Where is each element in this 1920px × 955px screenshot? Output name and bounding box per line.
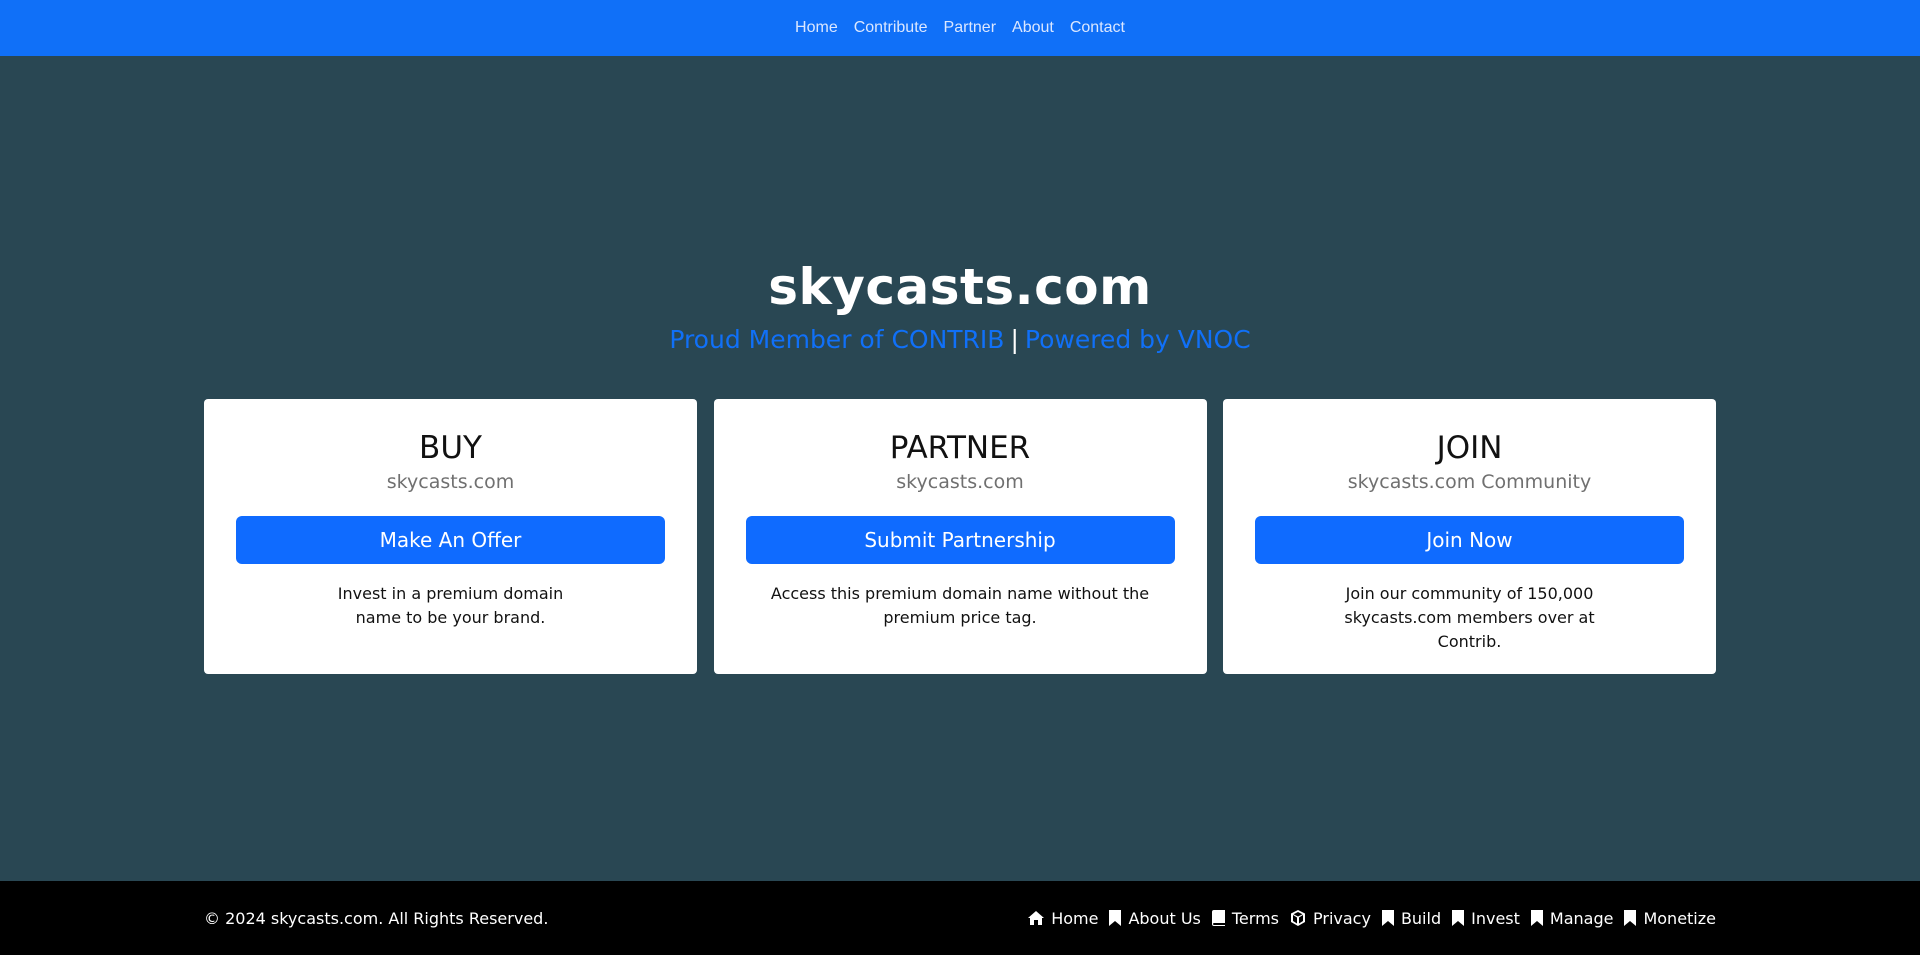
footer-link-home[interactable]: Home xyxy=(1028,909,1098,928)
card-subtitle: skycasts.com Community xyxy=(1347,471,1592,493)
card-title: BUY xyxy=(419,430,482,466)
nav-link-contact[interactable]: Contact xyxy=(1070,19,1125,37)
footer-link-build[interactable]: Build xyxy=(1381,908,1442,928)
footer-link-label: Build xyxy=(1400,908,1442,928)
top-navigation: Home Contribute Partner About Contact xyxy=(0,0,1920,56)
vnoc-powered-link[interactable]: Powered by VNOC xyxy=(1025,325,1251,354)
footer: © 2024 skycasts.com. All Rights Reserved… xyxy=(0,881,1920,955)
bookmark-icon xyxy=(1530,910,1543,926)
bookmark-icon xyxy=(1624,910,1637,926)
card-description: Invest in a premium domain name to be yo… xyxy=(337,584,564,627)
partner-card: PARTNER skycasts.com Submit Partnership … xyxy=(713,399,1207,674)
nav-link-about[interactable]: About xyxy=(1012,19,1054,37)
tagline: Proud Member of CONTRIB | Powered by VNOC xyxy=(0,323,1920,357)
contrib-member-link[interactable]: Proud Member of CONTRIB xyxy=(669,325,1004,354)
footer-link-monetize[interactable]: Monetize xyxy=(1624,909,1716,928)
footer-links: Home About Us Terms Privacy Build Invest xyxy=(1028,909,1716,928)
buy-card: BUY skycasts.com Make An Offer Invest in… xyxy=(204,399,697,674)
card-subtitle: skycasts.com xyxy=(386,471,515,493)
cube-icon xyxy=(1291,910,1305,926)
card-title: PARTNER xyxy=(889,430,1031,466)
footer-link-label: Privacy xyxy=(1313,908,1371,928)
home-icon xyxy=(1028,911,1045,925)
bookmark-icon xyxy=(1452,910,1465,926)
footer-link-label: Terms xyxy=(1231,908,1279,928)
bookmark-icon xyxy=(1109,910,1122,926)
card-subtitle: skycasts.com xyxy=(896,471,1024,493)
footer-link-label: Home xyxy=(1051,908,1099,928)
nav-link-contribute[interactable]: Contribute xyxy=(854,19,928,37)
footer-link-manage[interactable]: Manage xyxy=(1530,908,1614,928)
footer-link-invest[interactable]: Invest xyxy=(1452,909,1520,928)
nav-link-home[interactable]: Home xyxy=(795,19,838,37)
submit-partnership-button[interactable]: Submit Partnership xyxy=(745,516,1175,564)
tagline-separator: | xyxy=(1010,325,1019,354)
join-now-button[interactable]: Join Now xyxy=(1255,516,1684,564)
card-description: Join our community of 150,000 skycasts.c… xyxy=(1344,584,1595,651)
card-description: Access this premium domain name without … xyxy=(770,584,1150,627)
hero-section: skycasts.com Proud Member of CONTRIB | Pow… xyxy=(0,255,1920,357)
footer-link-label: Monetize xyxy=(1643,908,1716,928)
site-title: skycasts.com xyxy=(768,258,1152,316)
footer-link-label: About Us xyxy=(1128,908,1201,928)
footer-link-privacy[interactable]: Privacy xyxy=(1290,909,1371,928)
footer-link-label: Invest xyxy=(1471,908,1520,928)
footer-link-terms[interactable]: Terms xyxy=(1211,908,1279,928)
join-card: JOIN skycasts.com Community Join Now Joi… xyxy=(1223,399,1716,674)
footer-link-about-us[interactable]: About Us xyxy=(1109,908,1201,928)
cards-row: BUY skycasts.com Make An Offer Invest in… xyxy=(204,399,1716,674)
book-icon xyxy=(1211,910,1225,926)
bookmark-icon xyxy=(1381,910,1394,926)
make-offer-button[interactable]: Make An Offer xyxy=(236,516,665,564)
copyright-text: © 2024 skycasts.com. All Rights Reserved… xyxy=(204,908,549,928)
footer-link-label: Manage xyxy=(1549,908,1614,928)
nav-link-partner[interactable]: Partner xyxy=(944,19,996,37)
card-title: JOIN xyxy=(1436,430,1503,466)
